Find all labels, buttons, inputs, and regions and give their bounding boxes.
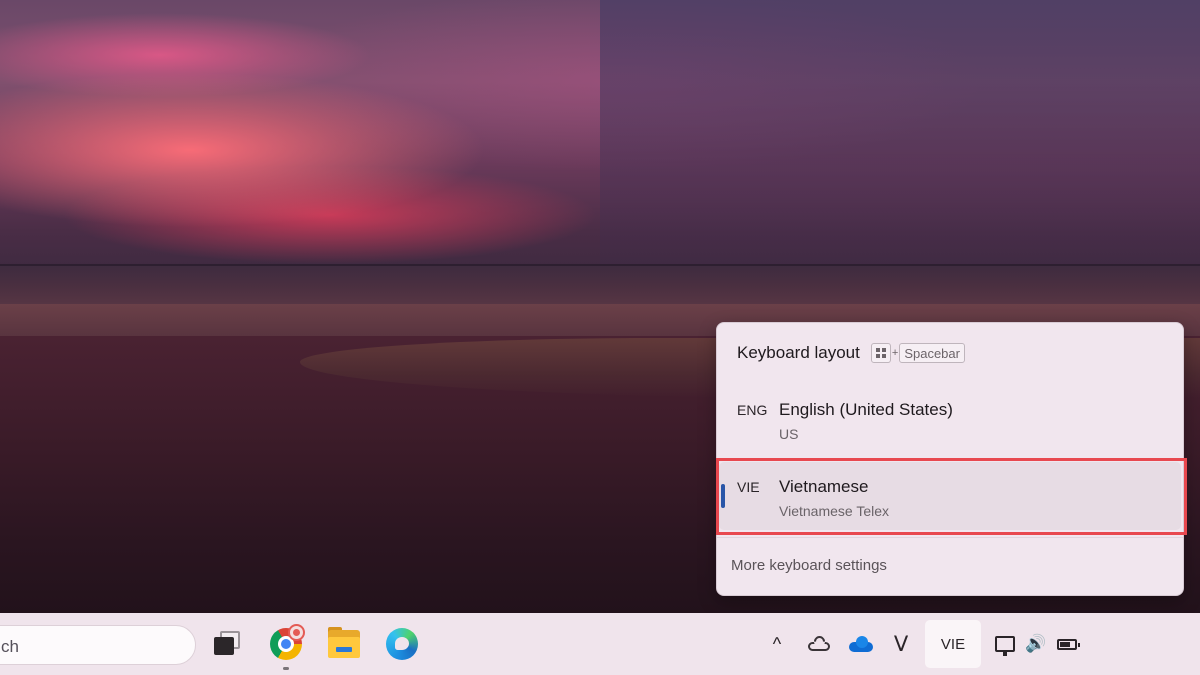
running-indicator [283,667,289,670]
quick-settings-button[interactable]: 🔊 [986,613,1086,675]
search-box[interactable]: ch [0,625,196,665]
notification-badge-icon [288,624,305,641]
keyboard-shortcut-hint: + Spacebar [870,343,965,363]
layout-code: ENG [737,402,768,418]
vpn-app-button[interactable]: V [886,613,916,675]
edge-button[interactable] [383,625,421,663]
layout-name: Vietnamese [779,477,869,496]
speaker-icon: 🔊 [1025,634,1047,654]
battery-icon [1056,638,1080,650]
file-explorer-button[interactable] [325,625,363,663]
layout-code: VIE [737,479,760,495]
task-view-button[interactable] [210,625,248,663]
chevron-up-icon: ^ [772,633,782,654]
onedrive-personal-button[interactable] [804,613,834,675]
layout-item-english[interactable]: ENG English (United States) US [719,385,1181,453]
show-hidden-icons-button[interactable]: ^ [762,613,792,675]
layout-subtitle: US [779,426,799,442]
windows-key-icon [870,343,891,363]
selected-indicator [721,484,725,508]
layout-name: English (United States) [779,400,953,419]
input-indicator-button[interactable]: VIE [925,620,981,668]
search-text: ch [1,637,19,656]
network-icon [995,636,1016,656]
wallpaper-horizon [0,264,1200,266]
layout-item-vietnamese[interactable]: VIE Vietnamese Vietnamese Telex [719,462,1181,530]
flyout-divider [717,537,1183,538]
taskbar: ch ^ V VIE 🔊 [0,613,1200,675]
flyout-header: Keyboard layout + Spacebar [737,343,965,363]
spacebar-keycap: Spacebar [899,343,965,363]
onedrive-icon [849,636,873,652]
more-keyboard-settings-link[interactable]: More keyboard settings [731,557,887,574]
flyout-title: Keyboard layout [737,343,860,362]
keyboard-layout-flyout: Keyboard layout + Spacebar ENG English (… [716,322,1184,596]
input-indicator-label: VIE [940,635,966,653]
shortcut-plus: + [891,347,899,359]
layout-subtitle: Vietnamese Telex [779,503,889,519]
chrome-button[interactable] [267,624,305,670]
wallpaper-sky-shade [600,0,1200,272]
onedrive-button[interactable] [846,613,876,675]
cloud-outline-icon [808,633,830,651]
v-logo-icon: V [893,632,909,656]
